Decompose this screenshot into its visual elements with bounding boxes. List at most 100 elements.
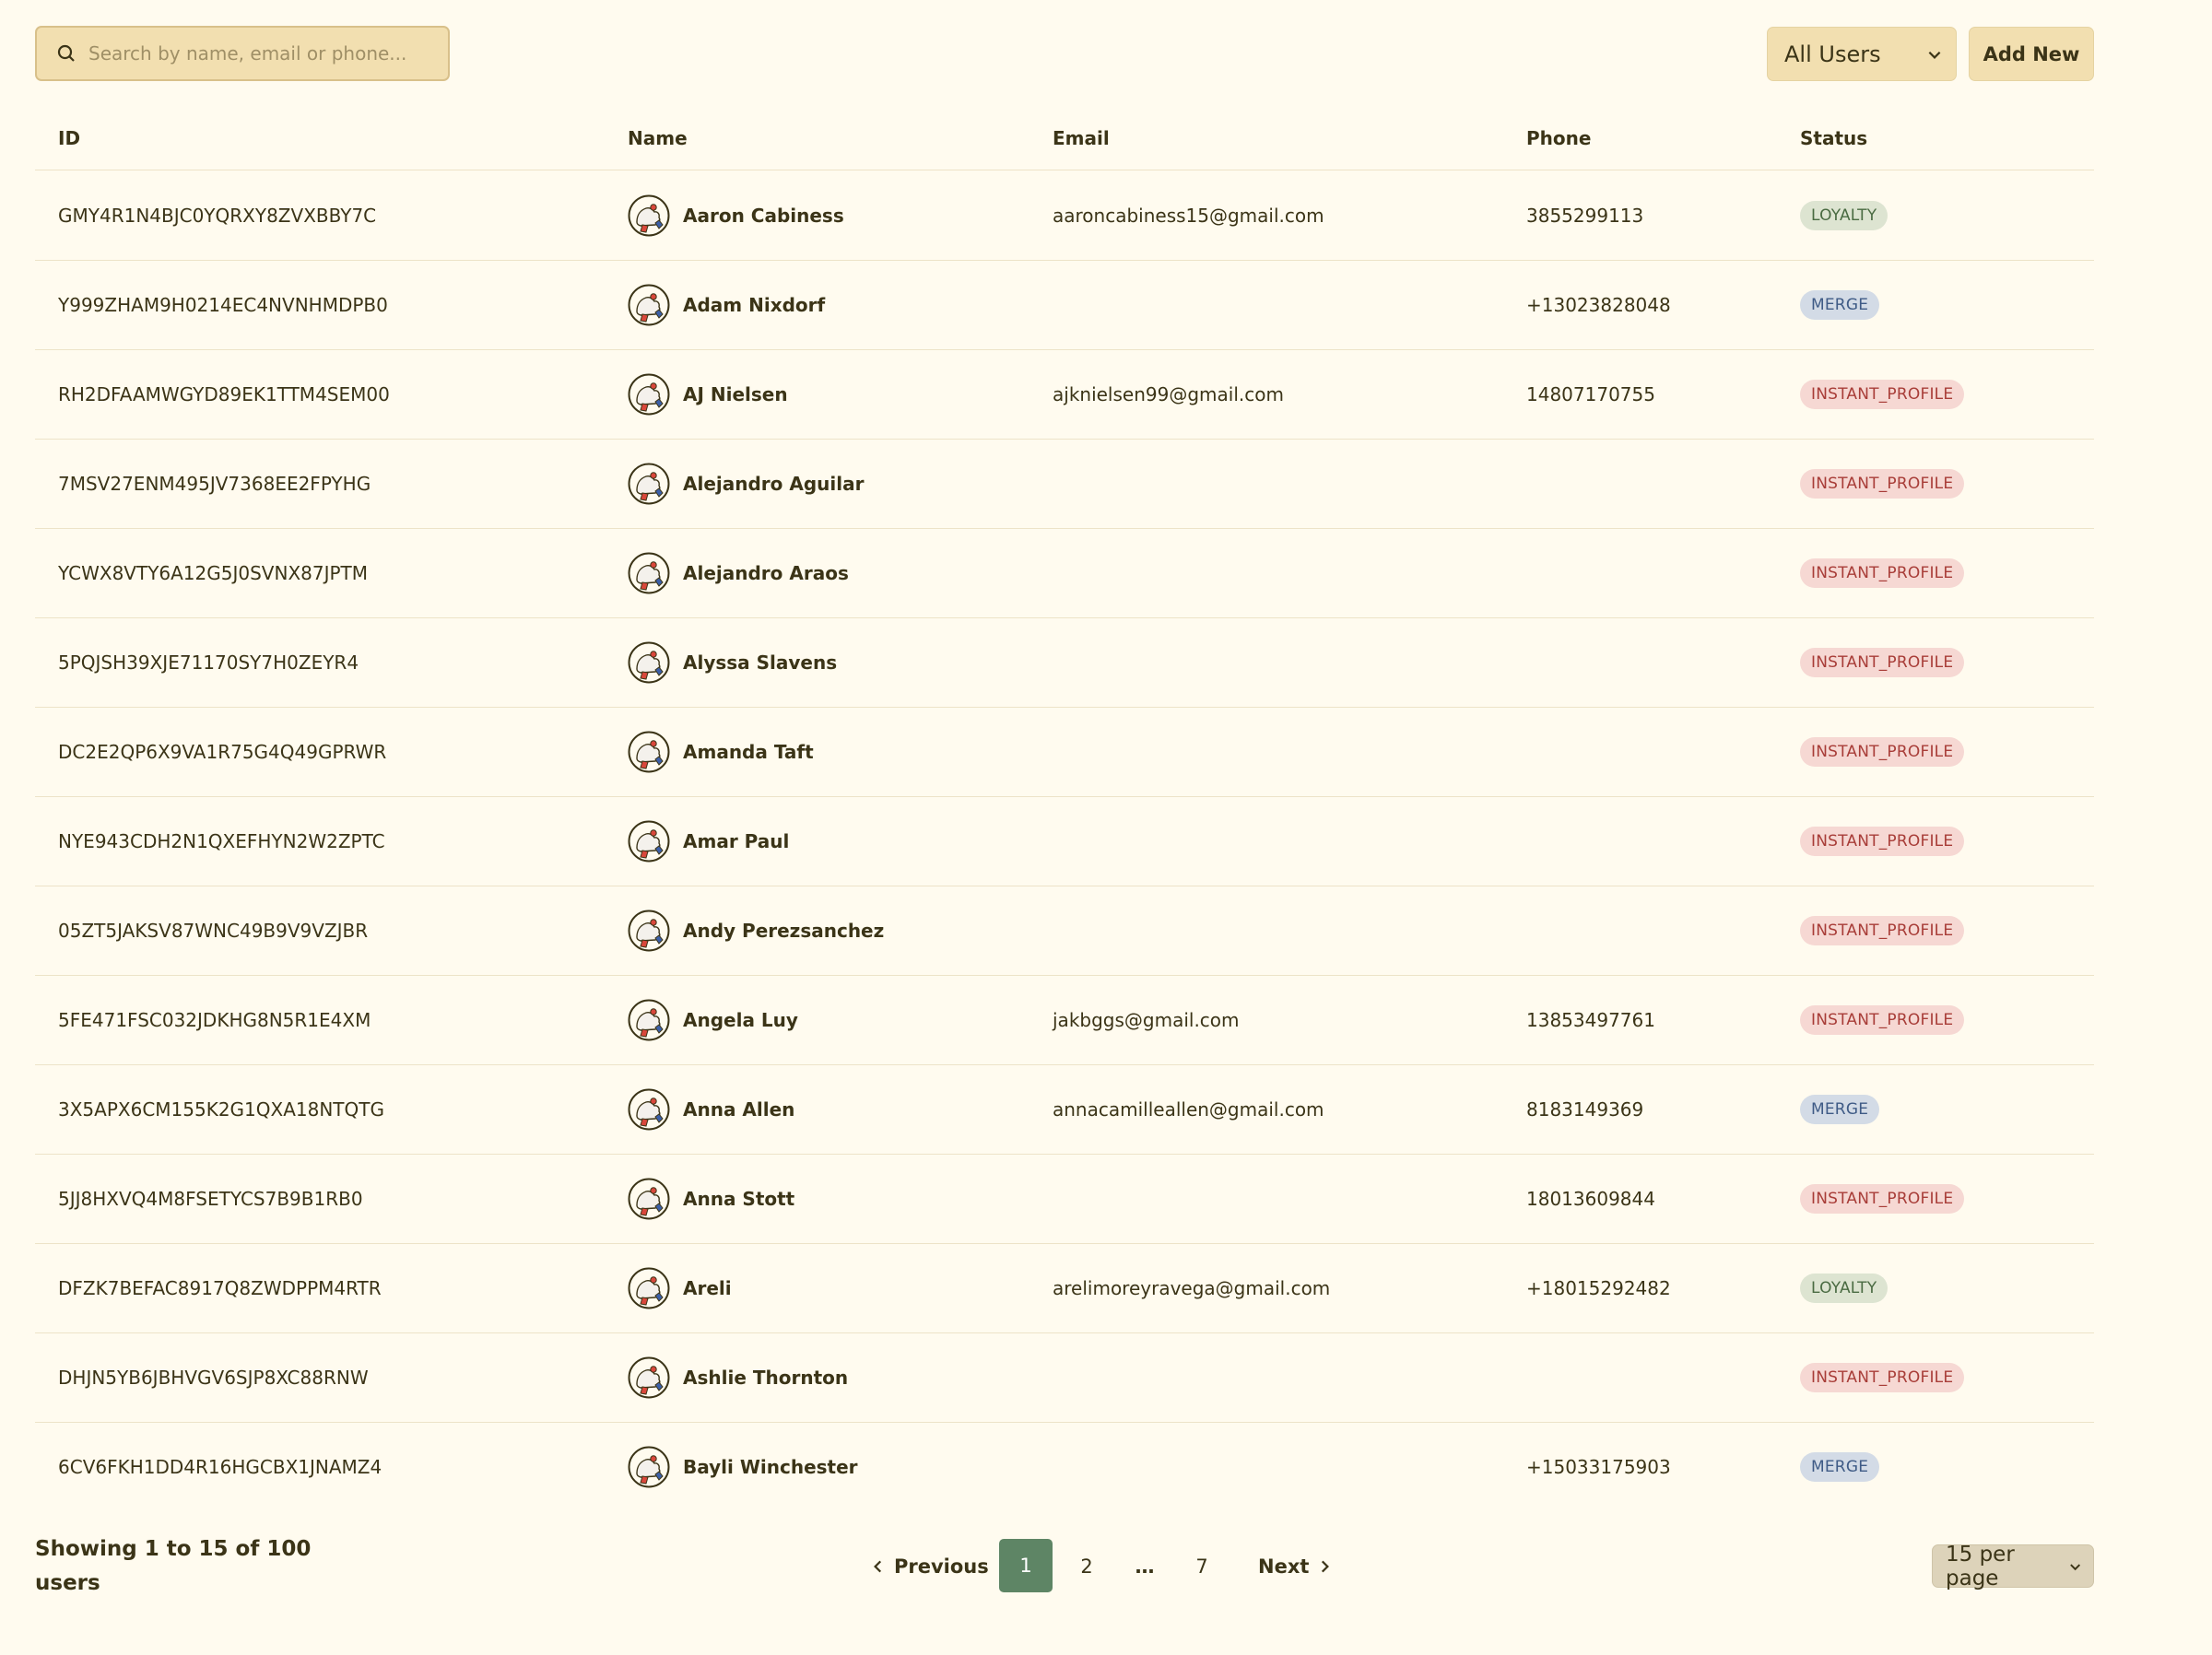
cell-status: INSTANT_PROFILE [1800,886,1965,975]
column-header-email[interactable]: Email [1053,107,1110,170]
previous-page-button[interactable]: Previous [870,1539,989,1593]
user-name[interactable]: Bayli Winchester [683,1456,858,1478]
user-name[interactable]: Aaron Cabiness [683,205,844,227]
avatar-icon [628,1088,670,1130]
cell-phone: +18015292482 [1526,1276,1671,1299]
table-row[interactable]: Y999ZHAM9H0214EC4NVNHMDPB0 Adam Nixdorf +1… [35,260,2094,350]
add-new-button[interactable]: Add New [1969,27,2094,81]
user-name[interactable]: Alejandro Aguilar [683,473,864,495]
cell-email: ajknielsen99@gmail.com [1053,382,1284,405]
avatar-icon [628,1267,670,1309]
cell-status: INSTANT_PROFILE [1800,707,1965,796]
cell-phone: +15033175903 [1526,1455,1671,1478]
status-badge: INSTANT_PROFILE [1800,379,1965,409]
column-header-name[interactable]: Name [628,107,688,170]
avatar-icon [628,284,670,325]
cell-email: aaroncabiness15@gmail.com [1053,204,1324,227]
table-row[interactable]: 5FE471FSC032JDKHG8N5R1E4XM Angela Luy jakb… [35,975,2094,1065]
status-badge: INSTANT_PROFILE [1800,1362,1965,1392]
cell-status: INSTANT_PROFILE [1800,349,1965,439]
search-box[interactable] [35,26,450,81]
table-row[interactable]: 6CV6FKH1DD4R16HGCBX1JNAMZ4 Bayli Winchest… [35,1422,2094,1511]
table-row[interactable]: YCWX8VTY6A12G5J0SVNX87JPTM Alejandro Arao… [35,528,2094,618]
user-name[interactable]: Angela Luy [683,1009,798,1031]
cell-status: INSTANT_PROFILE [1800,1332,1965,1422]
status-badge: INSTANT_PROFILE [1800,1004,1965,1035]
avatar-icon [628,194,670,236]
next-page-button[interactable]: Next [1258,1539,1333,1593]
cell-phone: +13023828048 [1526,293,1671,316]
cell-name: Anna Stott [628,1154,794,1243]
cell-id: RH2DFAAMWGYD89EK1TTM4SEM00 [58,382,390,405]
user-name[interactable]: Alejandro Araos [683,562,849,584]
user-name[interactable]: Alyssa Slavens [683,651,837,674]
user-filter-value: All Users [1784,41,1881,67]
cell-phone: 3855299113 [1526,204,1644,227]
status-badge: MERGE [1800,1094,1880,1124]
cell-name: Anna Allen [628,1064,794,1154]
cell-email: arelimoreyravega@gmail.com [1053,1276,1331,1299]
user-name[interactable]: Adam Nixdorf [683,294,825,316]
page-button-1[interactable]: 1 [999,1539,1053,1592]
column-header-id[interactable]: ID [58,107,80,170]
cell-name: Bayli Winchester [628,1422,858,1511]
status-badge: INSTANT_PROFILE [1800,826,1965,856]
avatar-icon [628,373,670,415]
table-row[interactable]: DC2E2QP6X9VA1R75G4Q49GPRWR Amanda Taft INS… [35,707,2094,797]
table-row[interactable]: GMY4R1N4BJC0YQRXY8ZVXBBY7C Aaron Cabiness… [35,170,2094,261]
cell-id: 5FE471FSC032JDKHG8N5R1E4XM [58,1008,371,1031]
per-page-select[interactable]: 15 per page [1932,1543,2094,1590]
cell-status: INSTANT_PROFILE [1800,1154,1965,1243]
status-badge: INSTANT_PROFILE [1800,468,1965,499]
cell-id: 05ZT5JAKSV87WNC49B9V9VZJBR [58,919,369,942]
cell-status: MERGE [1800,1422,1880,1511]
cell-id: GMY4R1N4BJC0YQRXY8ZVXBBY7C [58,204,377,227]
user-name[interactable]: Amar Paul [683,830,789,852]
user-name[interactable]: Andy Perezsanchez [683,920,884,942]
avatar-icon [628,731,670,772]
search-input[interactable] [87,41,441,65]
cell-name: Andy Perezsanchez [628,886,884,975]
status-badge: LOYALTY [1800,200,1888,230]
page-button-7[interactable]: 7 [1175,1539,1229,1593]
avatar-icon [628,1446,670,1487]
column-header-phone[interactable]: Phone [1526,107,1591,170]
table-row[interactable]: NYE943CDH2N1QXEFHYN2W2ZPTC Amar Paul INSTA… [35,796,2094,886]
cell-id: 3X5APX6CM155K2G1QXA18NTQTG [58,1097,384,1121]
table-row[interactable]: 5PQJSH39XJE71170SY7H0ZEYR4 Alyssa Slavens… [35,617,2094,708]
cell-status: MERGE [1800,260,1880,349]
cell-phone: 18013609844 [1526,1187,1655,1210]
chevron-left-icon [874,1560,882,1572]
avatar-icon [628,463,670,504]
user-name[interactable]: Ashlie Thornton [683,1367,848,1389]
table-row[interactable]: 3X5APX6CM155K2G1QXA18NTQTG Anna Allen anna… [35,1064,2094,1155]
cell-phone: 13853497761 [1526,1008,1655,1031]
table-row[interactable]: DFZK7BEFAC8917Q8ZWDPPM4RTR Areli arelimore… [35,1243,2094,1333]
table-row[interactable]: DHJN5YB6JBHVGV6SJP8XC88RNW Ashlie Thornto… [35,1332,2094,1423]
table-row[interactable]: RH2DFAAMWGYD89EK1TTM4SEM00 AJ Nielsen ajkn… [35,349,2094,440]
table-row[interactable]: 05ZT5JAKSV87WNC49B9V9VZJBR Andy Perezsanc… [35,886,2094,976]
table-row[interactable]: 5JJ8HXVQ4M8FSETYCS7B9B1RB0 Anna Stott 1801… [35,1154,2094,1244]
chevron-right-icon [1322,1560,1330,1572]
status-badge: INSTANT_PROFILE [1800,1183,1965,1214]
page-button-2[interactable]: 2 [1060,1539,1113,1593]
previous-label: Previous [894,1555,989,1578]
user-name[interactable]: Areli [683,1277,732,1299]
user-name[interactable]: Anna Allen [683,1098,794,1121]
cell-status: INSTANT_PROFILE [1800,975,1965,1064]
user-name[interactable]: Amanda Taft [683,741,814,763]
user-name[interactable]: AJ Nielsen [683,383,788,405]
cell-name: Amanda Taft [628,707,814,796]
avatar-icon [628,1178,670,1219]
status-badge: LOYALTY [1800,1273,1888,1303]
column-header-status[interactable]: Status [1800,107,1867,170]
table-row[interactable]: 7MSV27ENM495JV7368EE2FPYHG Alejandro Agui… [35,439,2094,529]
cell-id: 7MSV27ENM495JV7368EE2FPYHG [58,472,371,495]
status-badge: INSTANT_PROFILE [1800,558,1965,588]
user-name[interactable]: Anna Stott [683,1188,794,1210]
status-badge: MERGE [1800,289,1880,320]
avatar-icon [628,999,670,1040]
showing-count: Showing 1 to 15 of 100 users [35,1537,312,1595]
status-badge: INSTANT_PROFILE [1800,915,1965,945]
user-filter-select[interactable]: All Users [1767,27,1957,81]
